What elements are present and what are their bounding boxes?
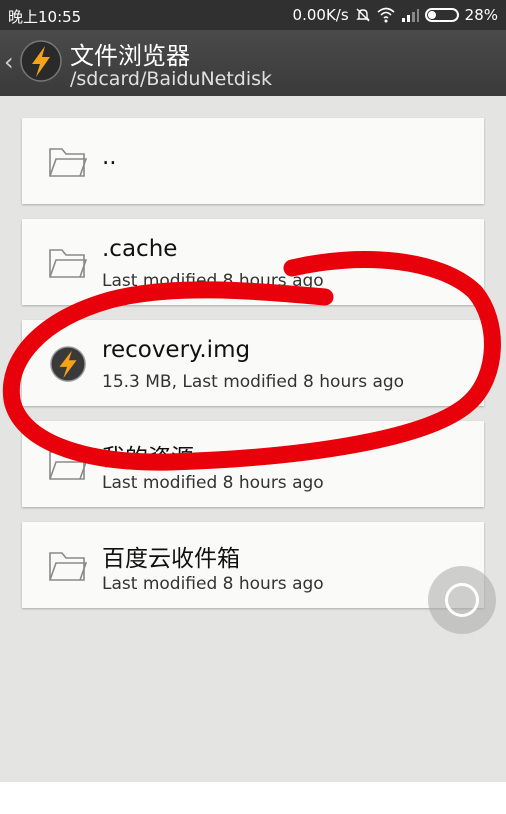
wifi-icon xyxy=(377,7,395,23)
app-title: 文件浏览器 xyxy=(70,42,190,70)
list-item-cache[interactable]: .cache Last modified 8 hours ago xyxy=(22,219,484,305)
lightning-bolt-icon xyxy=(50,346,86,382)
file-name: recovery.img xyxy=(102,337,251,363)
folder-icon xyxy=(49,451,88,480)
chevron-left-icon[interactable]: ‹ xyxy=(4,48,14,76)
signal-icon xyxy=(401,9,419,22)
list-item-parent-dir[interactable]: .. xyxy=(22,118,484,204)
file-meta: 15.3 MB, Last modified 8 hours ago xyxy=(102,372,405,392)
file-name: 百度云收件箱 xyxy=(102,546,240,572)
file-meta: Last modified 8 hours ago xyxy=(102,574,324,594)
list-item-my-resources[interactable]: 我的资源 Last modified 8 hours ago xyxy=(22,421,484,507)
alarm-off-icon xyxy=(355,8,370,22)
file-meta: Last modified 8 hours ago xyxy=(102,271,324,291)
file-meta: Last modified 8 hours ago xyxy=(102,473,324,493)
status-time: 晚上10:55 xyxy=(8,8,82,26)
current-path: /sdcard/BaiduNetdisk xyxy=(70,68,273,90)
list-item-recovery-img[interactable]: recovery.img 15.3 MB, Last modified 8 ho… xyxy=(22,320,484,406)
battery-icon xyxy=(424,8,459,22)
battery-level: 28% xyxy=(464,6,498,24)
status-bar: 晚上10:55 0.00K/s 28% xyxy=(0,0,506,30)
list-item-baidu-inbox[interactable]: 百度云收件箱 Last modified 8 hours ago xyxy=(22,522,484,608)
file-list-area: .. .cache Last modified 8 hours ago reco… xyxy=(0,96,506,782)
file-name: 我的资源 xyxy=(102,445,194,471)
folder-icon xyxy=(49,148,88,177)
net-speed: 0.00K/s xyxy=(292,6,349,24)
folder-icon xyxy=(49,552,88,581)
file-name: .cache xyxy=(102,236,178,262)
action-bar: ‹ 文件浏览器 /sdcard/BaiduNetdisk xyxy=(0,30,506,96)
lightning-bolt-icon[interactable] xyxy=(20,40,62,82)
circle-icon xyxy=(445,583,479,617)
file-name: .. xyxy=(102,144,117,170)
status-indicators: 0.00K/s 28% xyxy=(293,6,498,24)
floating-assist-button[interactable] xyxy=(428,566,496,634)
folder-icon xyxy=(49,249,88,278)
file-list: .. .cache Last modified 8 hours ago reco… xyxy=(22,118,484,623)
